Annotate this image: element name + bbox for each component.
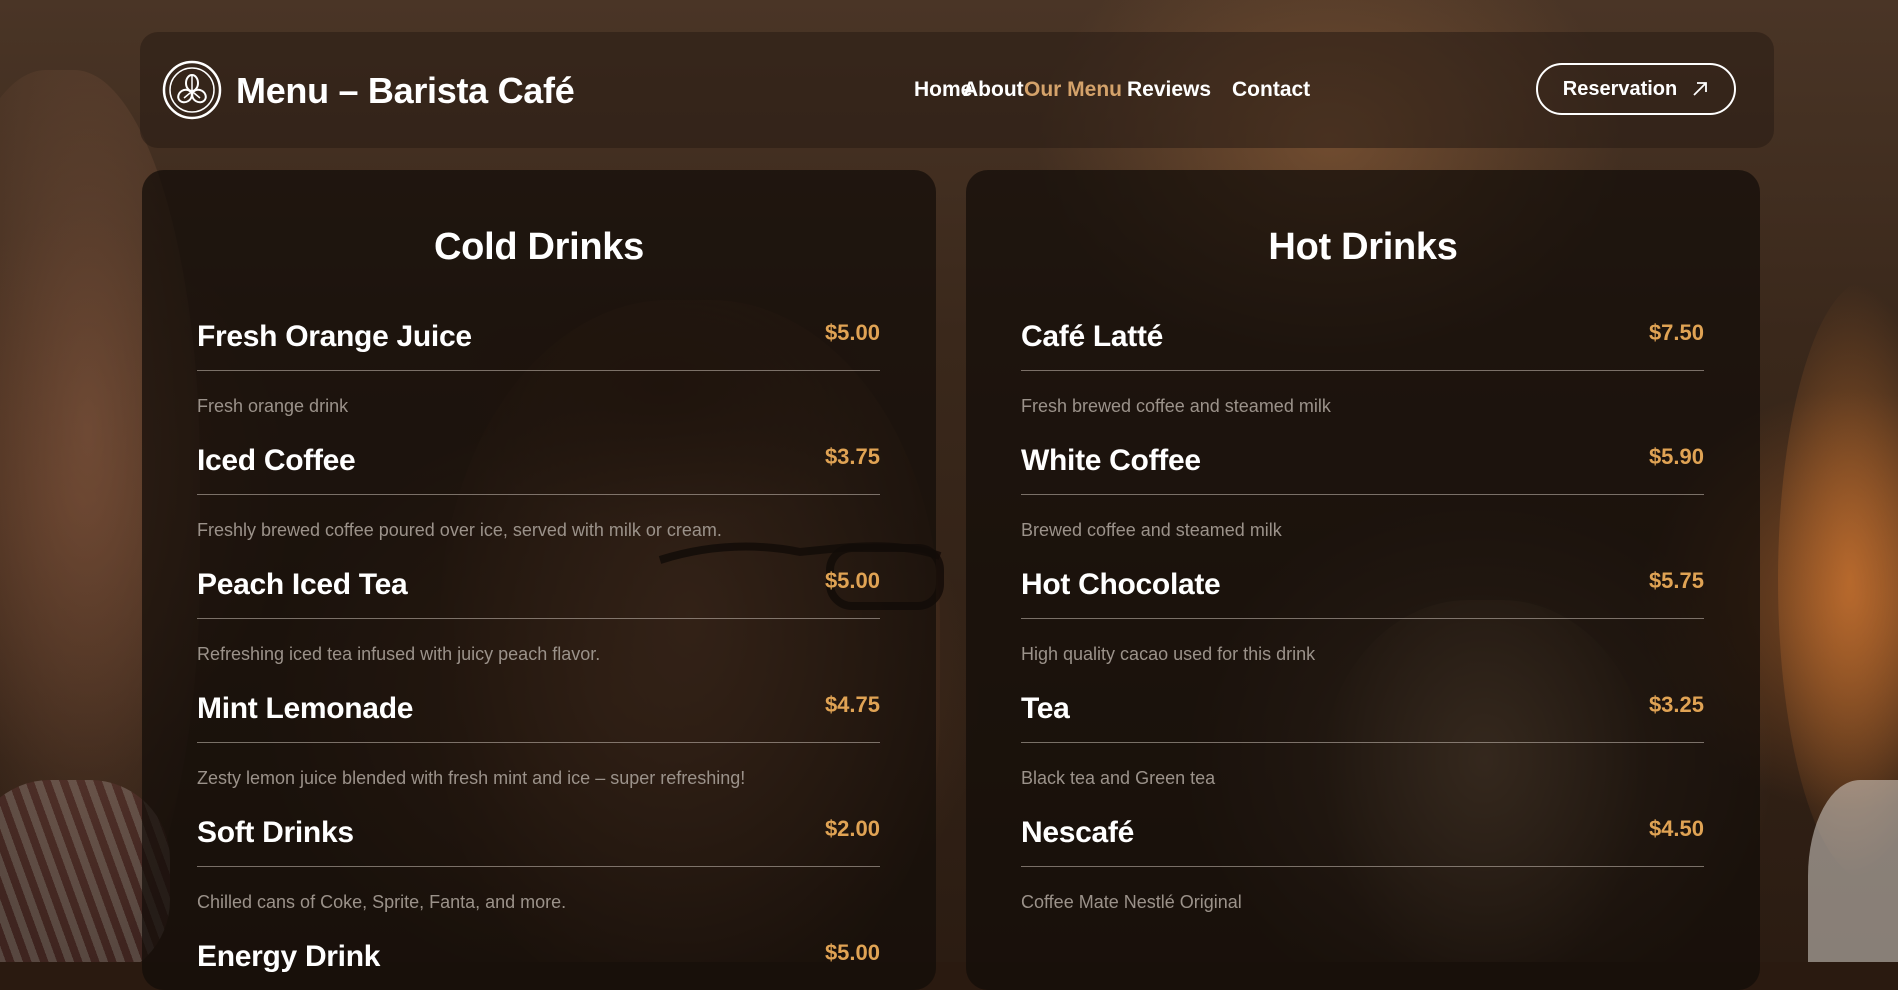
divider xyxy=(1021,618,1704,619)
divider xyxy=(197,494,880,495)
nav-our-menu[interactable]: Our Menu xyxy=(1024,78,1122,102)
site-title[interactable]: Menu – Barista Café xyxy=(236,70,575,112)
divider xyxy=(197,370,880,371)
divider xyxy=(1021,742,1704,743)
hot-drinks-card: Hot Drinks Café Latté $7.50 Fresh brewed… xyxy=(966,170,1760,990)
divider xyxy=(1021,494,1704,495)
arrow-up-right-icon xyxy=(1693,82,1708,96)
nav-about[interactable]: About xyxy=(963,78,1024,102)
divider xyxy=(197,618,880,619)
cold-drinks-card: Cold Drinks Fresh Orange Juice $5.00 Fre… xyxy=(142,170,936,990)
divider xyxy=(1021,866,1704,867)
divider xyxy=(197,866,880,867)
coffee-beans-logo-icon[interactable] xyxy=(162,60,222,120)
reservation-button[interactable]: Reservation xyxy=(1536,63,1736,115)
nav-reviews[interactable]: Reviews xyxy=(1127,78,1211,102)
hot-drinks-title: Hot Drinks xyxy=(1268,226,1458,268)
divider xyxy=(197,742,880,743)
top-navbar: Menu – Barista Café Home About Our Menu … xyxy=(140,32,1774,148)
nav-contact[interactable]: Contact xyxy=(1232,78,1310,102)
divider xyxy=(1021,370,1704,371)
cold-drinks-title: Cold Drinks xyxy=(434,226,644,268)
